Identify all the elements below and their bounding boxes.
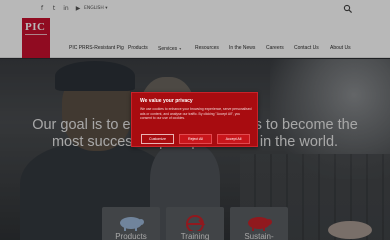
cookie-consent-dialog: We value your privacy We use cookies to …	[131, 92, 258, 147]
accept-all-button[interactable]: Accept All	[217, 134, 250, 144]
cookie-dialog-title: We value your privacy	[140, 98, 193, 104]
customize-button[interactable]: Customize	[141, 134, 174, 144]
reject-all-button[interactable]: Reject All	[179, 134, 212, 144]
cookie-dialog-body: We use cookies to enhance your browsing …	[140, 107, 252, 121]
